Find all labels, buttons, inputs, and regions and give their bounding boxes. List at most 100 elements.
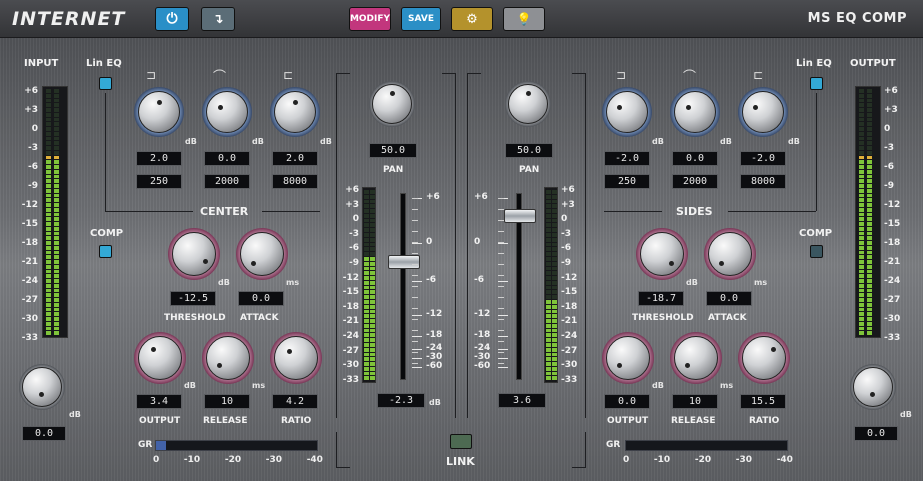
center-attack-value[interactable]: 0.0 (238, 291, 284, 306)
meter-segment (364, 228, 369, 233)
meter-segment (364, 295, 369, 299)
output-gain-knob[interactable] (850, 364, 896, 410)
sides-threshold-value[interactable]: -18.7 (638, 291, 684, 306)
sides-low-gain-knob[interactable] (602, 87, 652, 137)
sides-ratio-value[interactable]: 15.5 (740, 394, 786, 409)
info-button[interactable]: 💡 (503, 7, 545, 31)
divider (604, 211, 662, 212)
sides-mid-freq-value[interactable]: 2000 (672, 174, 718, 189)
input-gain-knob[interactable] (19, 364, 65, 410)
center-comp-toggle[interactable] (99, 245, 112, 258)
meter-segment (859, 122, 864, 126)
sides-fader-handle[interactable] (504, 209, 536, 223)
sides-ratio-knob[interactable] (738, 332, 790, 384)
meter-segment (546, 338, 551, 342)
meter-segment (370, 204, 375, 209)
meter-segment (54, 293, 59, 297)
input-db-unit: dB (69, 410, 81, 419)
sides-lin-eq-toggle[interactable] (810, 77, 823, 90)
meter-segment (54, 321, 59, 326)
meter-segment (867, 326, 872, 331)
sides-mid-gain-knob[interactable] (670, 87, 720, 137)
low-shelf-icon: ⊐ (616, 68, 627, 82)
center-fader-value[interactable]: -2.3 (377, 393, 425, 408)
sides-pan-knob[interactable] (505, 81, 551, 127)
center-release-knob[interactable] (202, 332, 254, 384)
sides-release-value[interactable]: 10 (672, 394, 718, 409)
meter-scale-tick: +3 (345, 199, 359, 210)
meter-segment (867, 274, 872, 278)
meter-segment (867, 198, 872, 202)
center-lin-eq-toggle[interactable] (99, 77, 112, 90)
sides-mid-gain-value[interactable]: 0.0 (672, 151, 718, 166)
center-low-freq-value[interactable]: 250 (136, 174, 182, 189)
fader-minor-tick (498, 352, 504, 353)
meter-segment (552, 223, 557, 228)
bypass-button[interactable]: ↴ (201, 7, 235, 31)
center-release-value[interactable]: 10 (204, 394, 250, 409)
meter-segment (46, 93, 51, 98)
sides-threshold-knob[interactable] (636, 228, 688, 280)
power-icon: ⏻ (166, 11, 178, 27)
output-gain-value[interactable]: 0.0 (854, 426, 898, 441)
sides-high-freq-value[interactable]: 8000 (740, 174, 786, 189)
fader-minor-tick (498, 275, 504, 276)
routing-arrow-icon: ↴ (212, 11, 224, 27)
meter-segment (867, 169, 872, 174)
save-button[interactable]: SAVE (401, 7, 441, 31)
center-output-knob[interactable] (134, 332, 186, 384)
center-mid-gain-knob[interactable] (202, 87, 252, 137)
meter-scale-tick: -30 (342, 360, 359, 371)
sides-release-knob[interactable] (670, 332, 722, 384)
sides-pan-value[interactable]: 50.0 (505, 143, 553, 158)
sides-comp-toggle[interactable] (810, 245, 823, 258)
center-low-gain-knob[interactable] (134, 87, 184, 137)
center-threshold-knob[interactable] (168, 228, 220, 280)
sides-fader-value[interactable]: 3.6 (498, 393, 546, 408)
meter-segment (370, 237, 375, 242)
sides-low-gain-value[interactable]: -2.0 (604, 151, 650, 166)
meter-segment (370, 333, 375, 338)
center-ratio-knob[interactable] (270, 332, 322, 384)
sides-low-freq-value[interactable]: 250 (604, 174, 650, 189)
center-high-gain-value[interactable]: 2.0 (272, 151, 318, 166)
ms-unit: ms (754, 278, 768, 287)
center-pan-value[interactable]: 50.0 (369, 143, 417, 158)
modify-button[interactable]: MODIFY (349, 7, 391, 31)
meter-segment (867, 288, 872, 293)
meter-segment (46, 117, 51, 122)
center-ratio-value[interactable]: 4.2 (272, 394, 318, 409)
center-low-gain-value[interactable]: 2.0 (136, 151, 182, 166)
meter-segment (54, 212, 59, 217)
link-toggle[interactable] (450, 434, 472, 449)
power-button[interactable]: ⏻ (155, 7, 189, 31)
sides-output-knob[interactable] (602, 332, 654, 384)
meter-segment (46, 112, 51, 117)
sides-output-value[interactable]: 0.0 (604, 394, 650, 409)
meter-segment (867, 264, 872, 269)
center-attack-knob[interactable] (236, 228, 288, 280)
gr-scale-tick: -30 (265, 455, 283, 465)
center-output-value[interactable]: 3.4 (136, 394, 182, 409)
settings-button[interactable]: ⚙ (451, 7, 493, 31)
sides-attack-knob[interactable] (704, 228, 756, 280)
sides-high-gain-value[interactable]: -2.0 (740, 151, 786, 166)
center-mid-gain-value[interactable]: 0.0 (204, 151, 250, 166)
center-high-gain-knob[interactable] (270, 87, 320, 137)
center-high-freq-value[interactable]: 8000 (272, 174, 318, 189)
sides-high-gain-knob[interactable] (738, 87, 788, 137)
meter-segment (867, 222, 872, 226)
meter-segment (46, 231, 51, 236)
meter-segment (46, 293, 51, 297)
peak-icon: ⌒ (213, 70, 227, 85)
meter-segment (546, 343, 551, 347)
center-mid-freq-value[interactable]: 2000 (204, 174, 250, 189)
meter-segment (370, 371, 375, 376)
input-gain-value[interactable]: 0.0 (22, 426, 66, 441)
center-pan-knob[interactable] (369, 81, 415, 127)
meter-segment (46, 188, 51, 193)
center-threshold-value[interactable]: -12.5 (170, 291, 216, 306)
center-gr-meter (155, 440, 318, 451)
meter-scale-tick: -9 (561, 257, 571, 268)
sides-attack-value[interactable]: 0.0 (706, 291, 752, 306)
